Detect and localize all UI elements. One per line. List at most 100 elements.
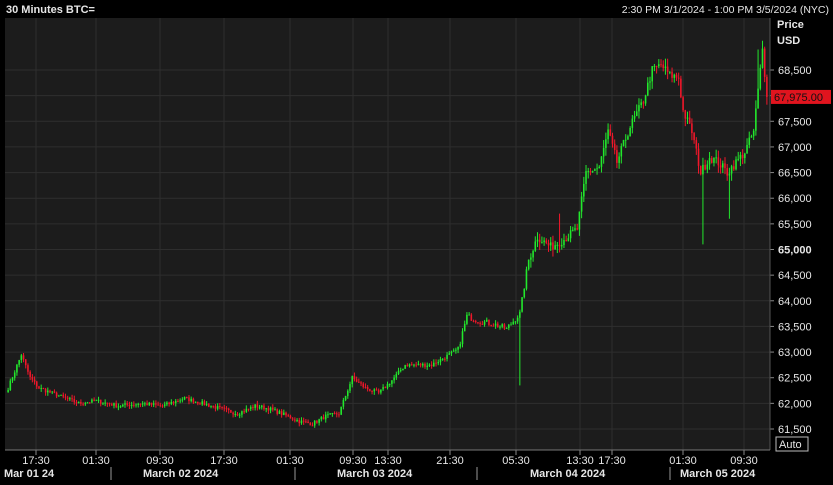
candle-body (477, 322, 479, 324)
candle-body (163, 404, 166, 406)
candle-body (128, 404, 131, 407)
last-price-badge: 67,975.00 (771, 89, 831, 104)
candle-body (684, 110, 687, 119)
candle-body (605, 139, 607, 148)
candle-body (752, 130, 755, 137)
candle-body (655, 65, 658, 67)
candle-body (42, 387, 45, 389)
candle-body (399, 370, 402, 372)
candle-body (232, 412, 234, 415)
candle-body (585, 171, 587, 184)
candle-body (519, 311, 521, 318)
auto-scale-label: Auto (779, 439, 802, 451)
candle-body (761, 48, 764, 68)
candle-body (172, 401, 175, 404)
candle-body (49, 390, 51, 393)
candle-body (651, 66, 653, 82)
candle-body (166, 402, 168, 405)
candle-body (88, 402, 91, 404)
candle-body (234, 414, 237, 416)
candle-body (144, 403, 146, 405)
candle-body (673, 74, 676, 78)
candle-body (660, 64, 662, 66)
candle-body (483, 321, 486, 325)
candle-body (272, 407, 274, 410)
candle-body (298, 420, 301, 424)
currency-axis-label: USD (777, 35, 800, 47)
candle-body (726, 168, 728, 176)
candle-body (474, 320, 477, 323)
candle-body (278, 411, 281, 414)
candle-body (33, 379, 36, 382)
candle-body (748, 137, 751, 145)
candle-body (552, 242, 554, 250)
candle-body (24, 359, 27, 366)
candle-body (369, 389, 371, 391)
candle-body (20, 355, 23, 361)
candle-body (682, 97, 684, 111)
candle-body (613, 143, 616, 151)
candle-body (713, 157, 715, 163)
candle-body (430, 364, 433, 367)
candle-body (640, 102, 642, 106)
candle-body (159, 404, 162, 406)
candle-body (108, 403, 111, 405)
candle-body (384, 387, 387, 389)
candle-body (627, 136, 629, 140)
candle-body (428, 364, 431, 366)
candle-body (699, 165, 702, 175)
candle-body (607, 129, 609, 140)
candle-body (371, 390, 373, 392)
candle-body (565, 240, 567, 242)
auto-scale-button[interactable]: Auto (775, 436, 809, 452)
candle-body (347, 390, 349, 397)
candle-body (324, 414, 327, 420)
candle-body (481, 323, 484, 325)
candle-body (680, 78, 682, 98)
candle-body (534, 241, 537, 251)
candle-body (444, 358, 446, 360)
candle-body (110, 404, 113, 406)
candle-body (287, 415, 290, 417)
candle-body (547, 242, 550, 246)
candle-body (249, 407, 252, 409)
last-price-value: 67,975.00 (774, 92, 823, 104)
candle-body (214, 406, 217, 409)
candle-body (260, 405, 263, 408)
candle-body (516, 317, 519, 322)
x-tick-label: 21:30 (436, 455, 464, 467)
candle-body (455, 349, 457, 351)
candle-body (505, 327, 508, 329)
candle-body (280, 411, 283, 415)
candle-body (589, 171, 592, 173)
candle-body (750, 136, 753, 138)
y-tick-label: 65,500 (778, 219, 812, 231)
x-date-label: March 05 2024 (680, 468, 756, 480)
candle-body (702, 164, 704, 175)
candle-body (602, 147, 605, 157)
candle-body (437, 362, 440, 364)
candle-body (274, 409, 276, 411)
y-tick-label: 65,000 (778, 245, 812, 257)
candle-body (185, 397, 188, 399)
candle-body (406, 365, 409, 367)
y-tick-label: 64,000 (778, 296, 812, 308)
candle-body (578, 211, 581, 230)
candle-body (329, 413, 331, 415)
candle-body (666, 66, 669, 72)
candle-body (40, 387, 42, 389)
candle-body (649, 81, 651, 83)
candle-body (492, 325, 495, 327)
candle-body (523, 288, 526, 298)
candle-body (320, 417, 323, 420)
candle-body (567, 238, 570, 242)
candle-body (759, 67, 762, 89)
candle-body (510, 324, 512, 326)
candle-body (717, 157, 720, 166)
candle-body (439, 359, 442, 363)
candle-body (706, 164, 709, 170)
candle-body (514, 321, 517, 323)
candle-body (424, 363, 426, 367)
candle-body (44, 388, 47, 393)
candle-body (543, 240, 545, 243)
